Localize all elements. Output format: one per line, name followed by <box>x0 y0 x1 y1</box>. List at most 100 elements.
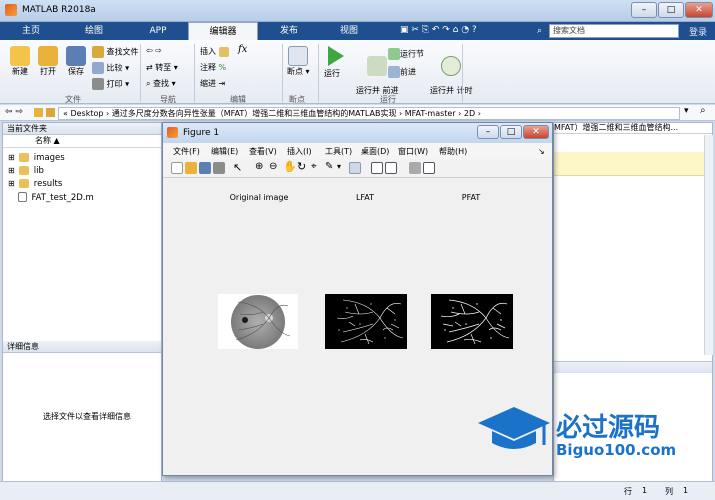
search-input[interactable]: 搜索文档 <box>549 24 679 38</box>
nav-arrows[interactable]: ⇦ ⇨ <box>5 107 23 117</box>
new-file-icon <box>10 46 30 66</box>
list-item[interactable]: ⊞ images <box>8 153 65 163</box>
rotate-icon[interactable]: ↻ <box>297 160 306 173</box>
show-tools-icon[interactable] <box>423 162 435 174</box>
breakpoints-button[interactable]: 断点 ▾ <box>287 46 310 77</box>
ribbon-separator <box>140 44 141 102</box>
list-item[interactable]: FAT_test_2D.m <box>18 192 94 203</box>
browse-folder-icon[interactable] <box>46 108 55 117</box>
data-cursor-icon[interactable]: ⌖ <box>311 161 317 172</box>
details-title: 详细信息 <box>3 341 161 353</box>
indent-button[interactable]: 缩进 ⇥ <box>200 78 225 89</box>
run-advance-icon <box>367 56 388 76</box>
figure-title: Figure 1 <box>183 128 220 138</box>
menu-view[interactable]: 查看(V) <box>249 146 277 157</box>
run-button[interactable]: 运行 <box>324 46 344 79</box>
menu-insert[interactable]: 插入(I) <box>287 146 312 157</box>
print-button[interactable]: 打印 ▾ <box>92 78 129 90</box>
search-icon[interactable]: ⌕ <box>537 26 542 36</box>
menu-tools[interactable]: 工具(T) <box>325 146 352 157</box>
tab-view[interactable]: 视图 <box>322 22 376 40</box>
chevron-down-icon[interactable]: ▾ <box>337 162 341 171</box>
close-button[interactable]: ✕ <box>685 2 713 18</box>
insert-icon <box>218 46 229 57</box>
tab-editor[interactable]: 编辑器 <box>188 22 258 40</box>
stopwatch-icon <box>441 56 462 76</box>
expand-icon[interactable]: ⊞ <box>8 166 15 175</box>
open-button[interactable]: 打开 <box>38 46 58 77</box>
tab-publish[interactable]: 发布 <box>262 22 316 40</box>
hide-tools-icon[interactable] <box>409 162 421 174</box>
details-message: 选择文件以查看详细信息 <box>43 412 131 421</box>
menu-help[interactable]: 帮助(H) <box>439 146 467 157</box>
menu-desktop[interactable]: 桌面(D) <box>361 146 389 157</box>
new-button[interactable]: 新建 <box>10 46 30 77</box>
maximize-button[interactable]: □ <box>500 125 522 139</box>
maximize-button[interactable]: □ <box>658 2 684 18</box>
link-plot-icon[interactable] <box>349 162 361 174</box>
comment-button[interactable]: 注释 % <box>200 62 226 73</box>
highlighted-line <box>554 152 712 176</box>
name-column-header[interactable]: 名称 ▲ <box>3 135 161 148</box>
run-section-button[interactable]: 运行节 <box>388 48 424 60</box>
search-icon[interactable]: ⌕ <box>700 105 706 116</box>
chevron-down-icon[interactable]: ▾ <box>684 106 689 116</box>
menu-window[interactable]: 窗口(W) <box>398 146 428 157</box>
tab-plots[interactable]: 绘图 <box>66 22 122 40</box>
save-button[interactable]: 保存 <box>66 46 86 77</box>
find-button[interactable]: ⌕ 查找 ▾ <box>146 78 176 89</box>
minimize-button[interactable]: – <box>631 2 657 18</box>
zoom-in-icon[interactable]: ⊕ <box>255 161 263 172</box>
folder-icon <box>19 153 30 162</box>
toolbar-overflow-icon[interactable]: ↘ <box>538 147 545 156</box>
ribbon-editor: 新建 打开 保存 查找文件 比较 ▾ 打印 ▾ 文件 ⇦ ⇨ ⇄ 转至 ▾ ⌕ … <box>0 40 715 104</box>
new-figure-icon[interactable] <box>171 162 183 174</box>
compare-button[interactable]: 比较 ▾ <box>92 62 129 74</box>
zoom-out-icon[interactable]: ⊖ <box>269 161 277 172</box>
insert-button[interactable]: 插入 <box>200 46 229 57</box>
list-item[interactable]: ⊞ lib <box>8 166 44 176</box>
group-label-run: 运行 <box>380 95 396 104</box>
goto-button[interactable]: ⇄ 转至 ▾ <box>146 62 178 73</box>
list-item[interactable]: ⊞ results <box>8 179 62 189</box>
group-label-edit: 编辑 <box>230 95 246 104</box>
open-icon[interactable] <box>185 162 197 174</box>
figure-menu-bar: 文件(F) 编辑(E) 查看(V) 插入(I) 工具(T) 桌面(D) 窗口(W… <box>163 143 552 159</box>
colorbar-icon[interactable] <box>371 162 383 174</box>
login-link[interactable]: 登录 <box>689 25 707 38</box>
advance-button[interactable]: 前进 <box>388 66 416 78</box>
quick-access-toolbar[interactable]: ▣ ✂ ⎘ ↶ ↷ ⌂ ◔ ? <box>400 25 477 35</box>
up-folder-icon[interactable] <box>34 108 43 117</box>
run-section-icon <box>388 48 400 60</box>
menu-file[interactable]: 文件(F) <box>173 146 200 157</box>
close-button[interactable]: ✕ <box>523 125 549 139</box>
pfat-image <box>431 294 513 349</box>
path-field[interactable]: « Desktop › 通过多尺度分数各向异性张量（MFAT）增强二维和三维血管… <box>58 107 680 120</box>
status-bar: 行 1 列 1 <box>0 481 715 500</box>
tab-home[interactable]: 主页 <box>6 22 56 40</box>
pan-icon[interactable]: ✋ <box>283 160 297 173</box>
group-label-breakpoints: 断点 <box>289 95 305 104</box>
minimize-button[interactable]: – <box>477 125 499 139</box>
expand-icon[interactable]: ⊞ <box>8 179 15 188</box>
print-icon[interactable] <box>213 162 225 174</box>
back-forward-button[interactable]: ⇦ ⇨ <box>146 46 162 55</box>
save-icon[interactable] <box>199 162 211 174</box>
menu-edit[interactable]: 编辑(E) <box>211 146 238 157</box>
axes-title-pfat: PFAT <box>461 193 481 202</box>
folder-icon <box>19 179 30 188</box>
figure-toolbar: ↖ ⊕ ⊖ ✋ ↻ ⌖ ✎ ▾ <box>163 159 552 178</box>
find-files-button[interactable]: 查找文件 <box>92 46 139 58</box>
brush-icon[interactable]: ✎ <box>325 161 333 172</box>
fx-button[interactable]: fx <box>238 44 247 55</box>
tab-apps[interactable]: APP <box>130 22 186 40</box>
cursor-icon[interactable]: ↖ <box>233 161 242 174</box>
ribbon-separator <box>282 44 283 102</box>
legend-icon[interactable] <box>385 162 397 174</box>
title-bar: MATLAB R2018a – □ ✕ <box>0 0 715 22</box>
expand-icon[interactable]: ⊞ <box>8 153 15 162</box>
run-time-button[interactable]: 运行并 计时 <box>430 46 473 96</box>
print-icon <box>92 78 104 90</box>
vertical-scrollbar[interactable] <box>704 135 713 355</box>
watermark-logo: 必过源码 Biguo100.com <box>478 405 708 465</box>
